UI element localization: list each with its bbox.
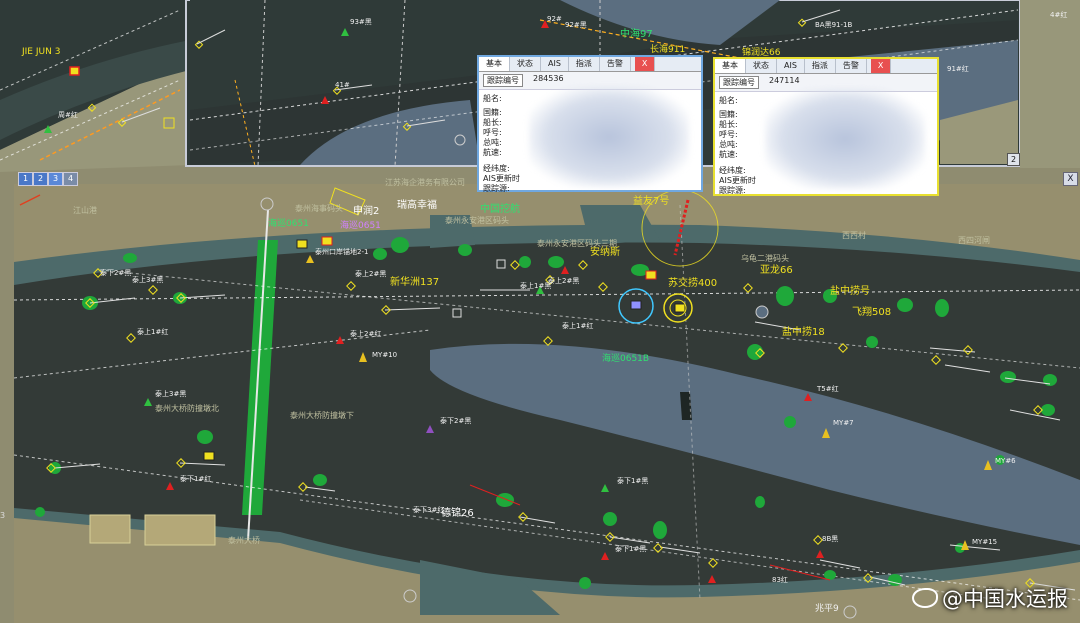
label-yizhen: 益友7号	[633, 196, 670, 207]
label-taishang1-red: 泰上1#红	[137, 328, 169, 336]
popup1-tab-assign[interactable]: 指派	[569, 57, 600, 71]
label-ruigao: 瑞高幸福	[397, 200, 437, 211]
watermark: @中国水运报	[912, 583, 1068, 613]
label-xixiang: 西西村	[842, 231, 866, 240]
label-91: 91#红	[947, 65, 969, 73]
label-sujiao: 苏交捞400	[668, 278, 718, 289]
popup2-tab-basic[interactable]: 基本	[715, 59, 746, 73]
popup1-tab-basic[interactable]: 基本	[479, 57, 510, 71]
label-taixia2: 泰下2#黑	[440, 417, 472, 425]
label-jiangshan: 江山港	[73, 206, 97, 215]
inset-page-badge[interactable]: 2	[1007, 153, 1020, 166]
popup1-track-key: 跟踪编号	[483, 74, 523, 87]
label-zhouzhi: 周#红	[58, 111, 78, 119]
label-taishang2-black: 泰上2#黑	[355, 270, 387, 278]
label-taixia1-red: 泰下1#红	[180, 475, 212, 483]
popup2-tab-ais[interactable]: AIS	[777, 59, 805, 73]
label-haixun-2: 海巡0651	[340, 221, 381, 231]
popup2-tab-assign[interactable]: 指派	[805, 59, 836, 73]
vessel-info-popup-1[interactable]: 基本 状态 AIS 指派 告警 X 跟踪编号 284536 船名: 国籍: 船长…	[477, 55, 703, 193]
label-haixun-1: 海巡0651	[268, 219, 309, 229]
label-jiangsu-co: 江苏海企港务有限公司	[385, 178, 465, 187]
label-93: 93#黑	[350, 18, 372, 26]
left-ship-icon[interactable]	[69, 66, 80, 76]
label-dejin26: 德锦26	[441, 508, 474, 519]
label-feiyong: 飞翔508	[852, 307, 892, 318]
label-b4: 4#红	[1050, 11, 1068, 19]
label-yalong: 亚龙66	[760, 265, 793, 276]
left-edge-label: 3	[0, 511, 6, 520]
label-taishang1-black: 泰上1#黑	[520, 282, 552, 290]
label-taishang2-red: 泰上2#红	[350, 330, 382, 338]
label-taizhou-pier: 泰州海事码头	[295, 204, 343, 213]
label-taishang2-black-b: 泰上2#黑	[548, 277, 580, 285]
south-pond-1	[89, 514, 131, 544]
label-zhaoping: 兆平9	[815, 604, 839, 614]
label-taizhou-port: 泰州永安港区码头	[445, 216, 509, 225]
label-bridge-pier-north: 泰州大桥防撞墩北	[155, 404, 219, 413]
label-92: 92#	[547, 15, 562, 23]
popup1-tab-ais[interactable]: AIS	[541, 57, 569, 71]
label-fuhai: 长海911	[650, 45, 686, 55]
label-92b: 92#黑	[565, 21, 587, 29]
right-land-top	[1020, 0, 1080, 168]
popup1-redacted-area	[529, 87, 689, 187]
weibo-icon	[912, 588, 938, 608]
label-b83: 83红	[772, 576, 788, 584]
label-taixia3: 泰下3#红	[413, 506, 445, 514]
label-anchorage: 泰州口岸锚地2-1	[315, 248, 369, 256]
label-taixia1-black: 泰下1#黑	[617, 477, 649, 485]
label-wuma: 乌龟二港码头	[741, 254, 789, 263]
label-xinhuazhou: 新华洲137	[390, 277, 440, 288]
label-taishang1-red-b: 泰上1#红	[562, 322, 594, 330]
label-t5: T5#红	[817, 385, 839, 393]
label-taizhou-bridge: 泰州大桥	[228, 536, 260, 545]
popup1-tab-status[interactable]: 状态	[510, 57, 541, 71]
south-pond-2	[144, 514, 216, 546]
label-xisi: 西四河闸	[958, 236, 990, 245]
map-tool-button-3[interactable]: 3	[48, 172, 63, 186]
label-b41: 41#	[335, 81, 350, 89]
map-tool-button-4[interactable]: 4	[63, 172, 78, 186]
label-my6: MY#6	[995, 457, 1016, 465]
label-bridge-pier-south: 泰州大桥防撞墩下	[290, 411, 354, 420]
popup2-close-button[interactable]: X	[870, 59, 892, 73]
map-close-button[interactable]: X	[1063, 172, 1078, 186]
label-my7: MY#7	[833, 419, 854, 427]
north-anchor-icon	[755, 305, 769, 319]
label-jiejun: JIE JUN 3	[22, 47, 61, 57]
label-zhongguo: 中国挖航	[480, 204, 520, 215]
popup2-tab-status[interactable]: 状态	[746, 59, 777, 73]
label-my15: MY#15	[972, 538, 998, 546]
vessel-info-popup-2[interactable]: 基本 状态 AIS 指派 告警 X 跟踪编号 247114 船名: 国籍: 船长…	[713, 57, 939, 196]
map-tool-button-2[interactable]: 2	[33, 172, 48, 186]
label-ba91: BA黑91-1B	[815, 21, 853, 29]
map-tool-button-1[interactable]: 1	[18, 172, 33, 186]
label-taixia1-black-b: 泰下1#黑	[615, 545, 647, 553]
popup1-close-button[interactable]: X	[634, 57, 656, 71]
label-taishang3-b: 泰上3#黑	[155, 390, 187, 398]
label-yanzhong18: 盐中捞18	[782, 327, 825, 338]
popup2-tab-alarm[interactable]: 告警	[836, 59, 867, 73]
label-my10: MY#10	[372, 351, 398, 359]
popup2-redacted-area	[765, 89, 925, 189]
label-shenrun: 申润2	[353, 206, 380, 217]
label-taishang3: 泰上3#黑	[132, 276, 164, 284]
popup2-track-value: 247114	[769, 76, 800, 85]
label-taizhou-port2: 泰州永安港区码头三期	[537, 239, 617, 248]
label-yanzhong: 盐中捞号	[830, 286, 870, 297]
popup1-track-value: 284536	[533, 74, 564, 83]
popup2-track-key: 跟踪编号	[719, 76, 759, 89]
label-b8: 8B黑	[822, 535, 839, 543]
label-taixia2-b: 泰下2#黑	[100, 269, 132, 277]
label-haixun-b: 海巡0651B	[602, 354, 650, 364]
label-zhonghai: 中海97	[620, 29, 653, 40]
label-anna: 安纳斯	[590, 247, 620, 258]
popup1-tab-alarm[interactable]: 告警	[600, 57, 631, 71]
watermark-text: @中国水运报	[942, 587, 1068, 611]
